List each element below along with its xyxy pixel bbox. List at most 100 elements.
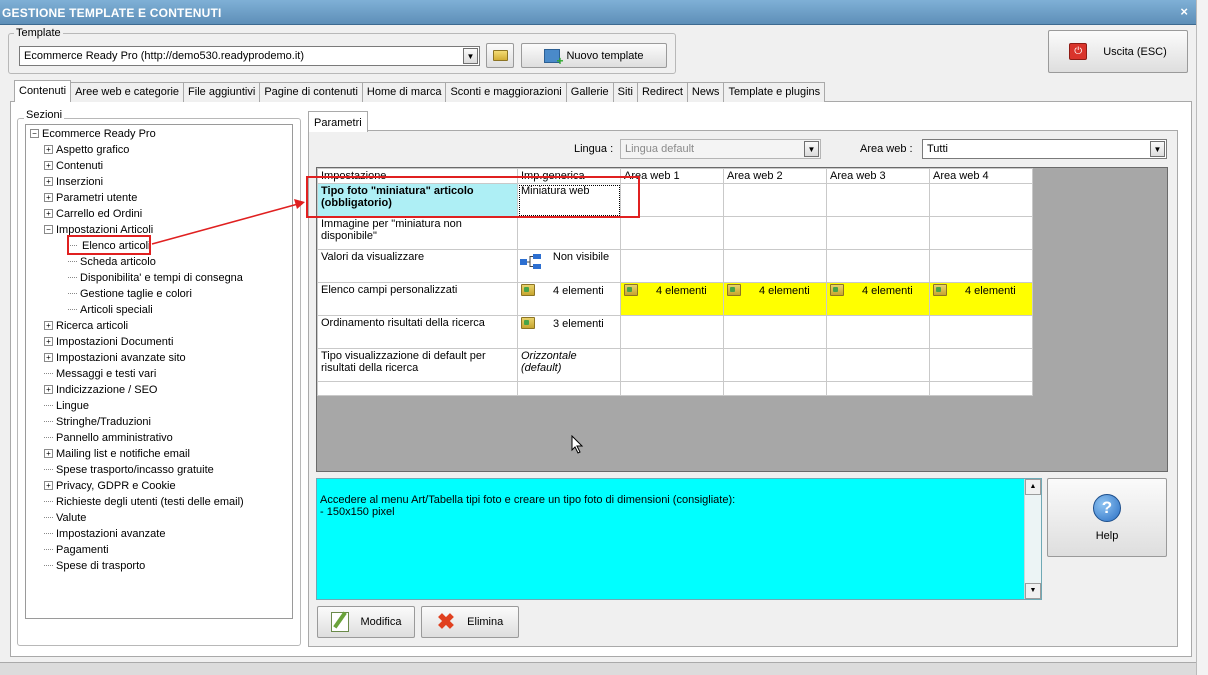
expand-icon[interactable]: + [44, 481, 53, 490]
generic-value-cell[interactable]: Orizzontale (default) [517, 348, 621, 382]
lingua-select[interactable]: Lingua default ▼ [620, 139, 821, 159]
tree-item[interactable]: Stringhe/Traduzioni [44, 416, 151, 431]
area-value-cell[interactable] [929, 183, 1033, 217]
tab-parametri[interactable]: Parametri [308, 111, 368, 132]
area-value-cell[interactable] [929, 249, 1033, 283]
tree-item[interactable]: + Impostazioni avanzate sito [44, 352, 186, 367]
edit-button[interactable]: Modifica [317, 606, 415, 638]
tree-item[interactable]: Messaggi e testi vari [44, 368, 156, 383]
tree-item[interactable]: Articoli speciali [68, 304, 153, 319]
expand-icon[interactable]: + [44, 353, 53, 362]
tab-home-di-marca[interactable]: Home di marca [361, 82, 447, 102]
chevron-down-icon[interactable]: ▼ [463, 48, 478, 64]
tree-item[interactable]: Gestione taglie e colori [68, 288, 192, 303]
area-value-cell[interactable]: 4 elementi [826, 282, 930, 316]
area-value-cell[interactable] [826, 216, 930, 250]
help-button[interactable]: ? Help [1047, 478, 1167, 557]
tree-item[interactable]: + Indicizzazione / SEO [44, 384, 158, 399]
expand-icon[interactable]: + [44, 177, 53, 186]
area-value-cell[interactable] [929, 216, 1033, 250]
tree-item[interactable]: Scheda articolo [68, 256, 156, 271]
expand-icon[interactable]: + [44, 161, 53, 170]
area-value-cell[interactable] [723, 315, 827, 349]
setting-name-cell[interactable]: Immagine per "miniatura non disponibile" [317, 216, 518, 250]
chevron-down-icon[interactable]: ▼ [1150, 141, 1165, 157]
close-icon[interactable]: × [1180, 4, 1188, 19]
tree-item[interactable]: + Parametri utente [44, 192, 137, 207]
expand-icon[interactable]: + [44, 193, 53, 202]
expand-icon[interactable]: + [44, 385, 53, 394]
expand-icon[interactable]: + [44, 145, 53, 154]
tree-root[interactable]: − Ecommerce Ready Pro [30, 128, 156, 143]
tree-item[interactable]: Valute [44, 512, 86, 527]
scroll-down-icon[interactable]: ▼ [1025, 583, 1041, 599]
area-value-cell[interactable]: 4 elementi [723, 282, 827, 316]
area-value-cell[interactable]: 4 elementi [929, 282, 1033, 316]
tab-redirect[interactable]: Redirect [636, 82, 688, 102]
column-header[interactable]: Area web 3 [826, 168, 930, 184]
tree-item[interactable]: Spese trasporto/incasso gratuite [44, 464, 214, 479]
area-value-cell[interactable] [826, 348, 930, 382]
tree-item[interactable]: Pagamenti [44, 544, 109, 559]
tree-item[interactable]: Spese di trasporto [44, 560, 145, 575]
expand-icon[interactable]: + [44, 321, 53, 330]
area-value-cell[interactable] [826, 249, 930, 283]
expand-icon[interactable]: + [44, 337, 53, 346]
template-select[interactable]: Ecommerce Ready Pro (http://demo530.read… [19, 46, 480, 66]
area-value-cell[interactable] [620, 216, 724, 250]
setting-name-cell[interactable]: Elenco campi personalizzati [317, 282, 518, 316]
generic-value-cell[interactable]: 4 elementi [517, 282, 621, 316]
description-scrollbar[interactable]: ▲ ▼ [1024, 479, 1041, 599]
tab-siti[interactable]: Siti [612, 82, 638, 102]
setting-name-cell[interactable]: Valori da visualizzare [317, 249, 518, 283]
tree-item[interactable]: + Contenuti [44, 160, 103, 175]
area-value-cell[interactable] [620, 315, 724, 349]
area-value-cell[interactable] [620, 348, 724, 382]
table-row[interactable]: Elenco campi personalizzati 4 elementi 4 e… [317, 282, 1033, 316]
table-row[interactable]: Tipo visualizzazione di default per risu… [317, 348, 1033, 382]
area-value-cell[interactable] [826, 183, 930, 217]
open-folder-button[interactable] [486, 43, 514, 68]
delete-button[interactable]: ✖ Elimina [421, 606, 519, 638]
setting-name-cell[interactable]: Ordinamento risultati della ricerca [317, 315, 518, 349]
tree-item[interactable]: Pannello amministrativo [44, 432, 173, 447]
generic-value-cell[interactable]: Non visibile [517, 249, 621, 283]
tab-file-aggiuntivi[interactable]: File aggiuntivi [183, 82, 261, 102]
tree-item[interactable]: + Impostazioni Documenti [44, 336, 173, 351]
tab-contenuti[interactable]: Contenuti [14, 80, 72, 102]
tab-template-e-plugins[interactable]: Template e plugins [723, 82, 826, 102]
tab-news[interactable]: News [686, 82, 725, 102]
table-row[interactable]: Immagine per "miniatura non disponibile" [317, 216, 1033, 250]
tree-item[interactable]: + Inserzioni [44, 176, 103, 191]
area-value-cell[interactable] [620, 249, 724, 283]
tab-gallerie[interactable]: Gallerie [565, 82, 614, 102]
new-template-button[interactable]: + Nuovo template [521, 43, 667, 68]
tab-aree-web-e-categorie[interactable]: Aree web e categorie [70, 82, 185, 102]
tree-item[interactable]: + Mailing list e notifiche email [44, 448, 190, 463]
column-header[interactable]: Area web 2 [723, 168, 827, 184]
table-row[interactable]: Valori da visualizzare Non visibile [317, 249, 1033, 283]
area-value-cell[interactable] [826, 315, 930, 349]
tree-item[interactable]: + Aspetto grafico [44, 144, 129, 159]
expand-icon[interactable]: + [44, 209, 53, 218]
tree-item[interactable]: + Ricerca articoli [44, 320, 128, 335]
tree-item[interactable]: + Privacy, GDPR e Cookie [44, 480, 176, 495]
area-value-cell[interactable] [723, 183, 827, 217]
tree-item[interactable]: Richieste degli utenti (testi delle emai… [44, 496, 244, 511]
scroll-up-icon[interactable]: ▲ [1025, 479, 1041, 495]
setting-name-cell[interactable]: Tipo visualizzazione di default per risu… [317, 348, 518, 382]
expand-icon[interactable]: + [44, 449, 53, 458]
exit-button[interactable]: ⏻ Uscita (ESC) [1048, 30, 1188, 73]
area-value-cell[interactable]: 4 elementi [620, 282, 724, 316]
chevron-down-icon[interactable]: ▼ [804, 141, 819, 157]
area-value-cell[interactable] [723, 348, 827, 382]
description-box[interactable]: Accedere al menu Art/Tabella tipi foto e… [316, 478, 1042, 600]
tree-item[interactable]: + Carrello ed Ordini [44, 208, 142, 223]
generic-value-cell[interactable] [517, 216, 621, 250]
area-value-cell[interactable] [929, 315, 1033, 349]
area-value-cell[interactable] [723, 216, 827, 250]
collapse-icon[interactable]: − [30, 129, 39, 138]
tree-item[interactable]: Lingue [44, 400, 89, 415]
collapse-icon[interactable]: − [44, 225, 53, 234]
tab-sconti-e-maggiorazioni[interactable]: Sconti e maggiorazioni [445, 82, 567, 102]
